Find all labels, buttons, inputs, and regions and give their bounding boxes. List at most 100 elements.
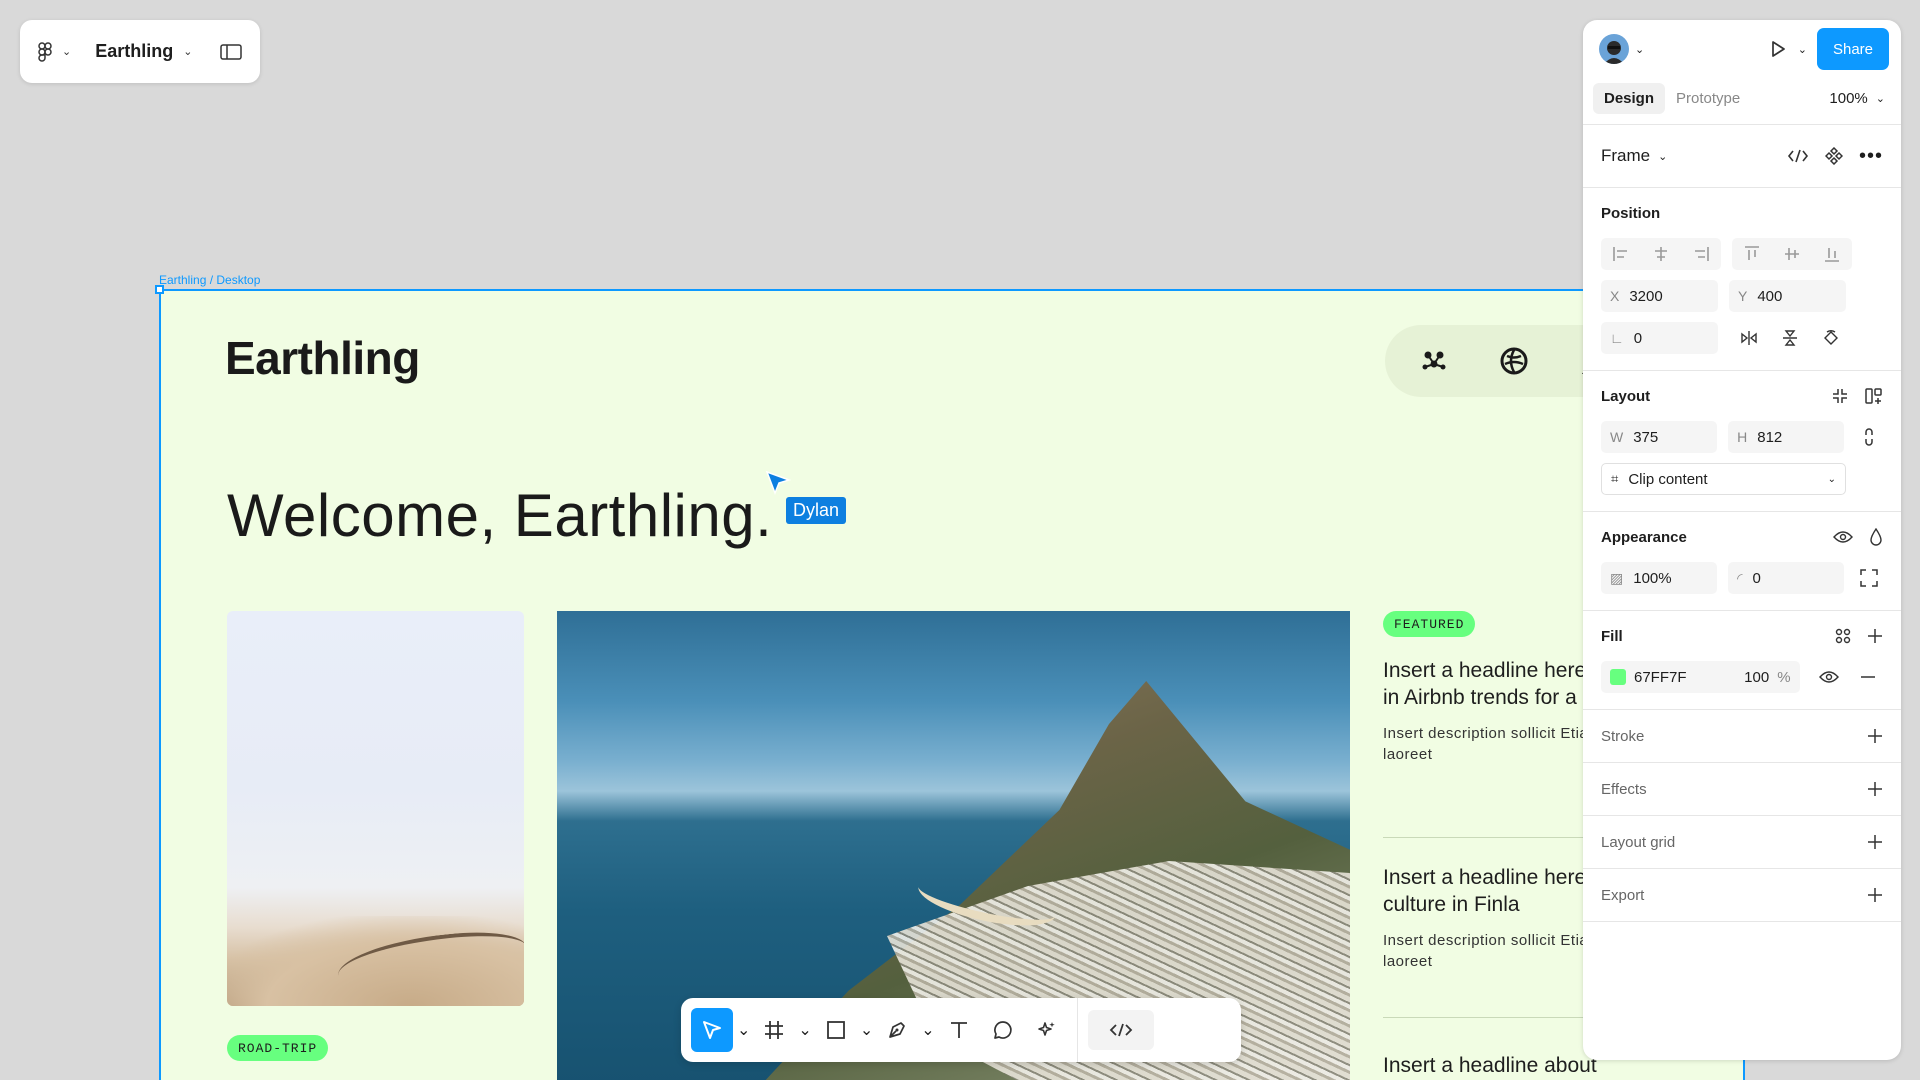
frame-type-dropdown[interactable]: Frame	[1601, 146, 1650, 166]
fill-opacity-unit: %	[1777, 668, 1791, 686]
component-icon[interactable]	[1824, 147, 1843, 165]
align-center-h-icon[interactable]	[1641, 238, 1681, 270]
align-top-icon[interactable]	[1732, 238, 1772, 270]
rectangle-tool[interactable]	[816, 1008, 856, 1052]
figma-logo-icon[interactable]	[38, 41, 52, 62]
canvas-frame[interactable]: Earthling Welcome, Earthling. ROAD-TRIP …	[159, 289, 1745, 1080]
tab-design[interactable]: Design	[1593, 82, 1666, 114]
styles-grid-icon[interactable]	[1835, 628, 1851, 644]
file-menu: ⌄ Earthling ⌄	[20, 20, 260, 83]
rectangle-tool-chevron-icon[interactable]: ⌄	[860, 1008, 873, 1052]
fill-hex: 67FF7F	[1634, 668, 1687, 686]
actions-tool[interactable]	[1027, 1008, 1067, 1052]
more-options-icon[interactable]: •••	[1859, 145, 1883, 168]
section-title: Position	[1601, 204, 1661, 222]
clip-content-chevron-icon: ⌄	[1827, 473, 1836, 485]
independent-corners-icon[interactable]	[1855, 562, 1883, 594]
sidebar-toggle-icon[interactable]	[220, 43, 242, 60]
bottom-toolbar: ⌄ ⌄ ⌄ ⌄	[681, 998, 1241, 1062]
section-title: Layout grid	[1601, 833, 1676, 851]
avatar-chevron-icon[interactable]: ⌄	[1635, 43, 1644, 56]
frame-type-chevron-icon[interactable]: ⌄	[1658, 150, 1667, 163]
main-menu-chevron-icon[interactable]: ⌄	[62, 45, 71, 58]
section-title: Effects	[1601, 780, 1647, 798]
zoom-level: 100%	[1829, 89, 1868, 107]
corner-radius-input[interactable]: ◜ 0	[1728, 562, 1845, 594]
clip-content-dropdown[interactable]: ⌗ Clip content ⌄	[1601, 463, 1846, 495]
road-trip-tag: ROAD-TRIP	[227, 1035, 329, 1061]
constrain-proportions-icon[interactable]	[1855, 421, 1883, 453]
opacity-input[interactable]: ▨ 100%	[1601, 562, 1718, 594]
layout-section: Layout W 375 H 812 ⌗ Clip content ⌄	[1583, 370, 1901, 495]
effects-section: Effects	[1583, 762, 1901, 815]
align-center-v-icon[interactable]	[1772, 238, 1812, 270]
blend-mode-drop-icon[interactable]	[1869, 528, 1883, 546]
rotation-icon: ∟	[1610, 330, 1624, 346]
fill-color-input[interactable]: 67FF7F 100 %	[1601, 661, 1800, 693]
file-chevron-icon[interactable]: ⌄	[183, 45, 192, 58]
fill-section: Fill 67FF7F 100 %	[1583, 610, 1901, 693]
present-chevron-icon[interactable]: ⌄	[1798, 43, 1807, 56]
rotate-icon[interactable]	[1811, 322, 1851, 354]
auto-layout-icon[interactable]	[1865, 387, 1883, 405]
align-bottom-icon[interactable]	[1812, 238, 1852, 270]
stroke-section: Stroke	[1583, 709, 1901, 762]
align-right-icon[interactable]	[1681, 238, 1721, 270]
collaborator-cursor-icon	[765, 470, 791, 496]
frame-tool-chevron-icon[interactable]: ⌄	[798, 1008, 811, 1052]
flip-horizontal-icon[interactable]	[1729, 322, 1769, 354]
frame-section: Frame ⌄ •••	[1583, 124, 1901, 187]
user-avatar[interactable]	[1599, 34, 1629, 64]
rotation-input[interactable]: ∟ 0	[1601, 322, 1718, 354]
frame-tool[interactable]	[754, 1008, 794, 1052]
visibility-eye-icon[interactable]	[1833, 530, 1853, 544]
comment-tool[interactable]	[983, 1008, 1023, 1052]
add-export-icon[interactable]	[1867, 887, 1883, 903]
text-tool[interactable]	[939, 1008, 979, 1052]
align-left-icon[interactable]	[1601, 238, 1641, 270]
properties-panel: ⌄ ⌄ Share Design Prototype 100% ⌄ Frame …	[1583, 20, 1901, 1060]
corner-radius-icon: ◜	[1737, 569, 1743, 586]
move-tool-chevron-icon[interactable]: ⌄	[737, 1008, 750, 1052]
tab-prototype[interactable]: Prototype	[1665, 83, 1751, 114]
file-name[interactable]: Earthling	[95, 41, 173, 62]
add-layout-grid-icon[interactable]	[1867, 834, 1883, 850]
globe-icon[interactable]	[1499, 346, 1529, 376]
vertical-align-group	[1732, 238, 1852, 270]
horizontal-align-group	[1601, 238, 1721, 270]
fill-opacity: 100	[1744, 668, 1770, 686]
move-tool[interactable]	[691, 1008, 733, 1052]
remove-fill-icon[interactable]	[1852, 661, 1883, 693]
collaborator-name: Dylan	[786, 497, 847, 524]
fill-visibility-eye-icon[interactable]	[1814, 661, 1845, 693]
site-logo: Earthling	[225, 332, 420, 384]
add-stroke-icon[interactable]	[1867, 728, 1883, 744]
section-title: Export	[1601, 886, 1645, 904]
opacity-icon: ▨	[1610, 569, 1624, 586]
desert-road-photo	[227, 611, 524, 1006]
resize-handle[interactable]	[155, 285, 164, 294]
x-position-input[interactable]: X 3200	[1601, 280, 1718, 312]
y-position-input[interactable]: Y 400	[1729, 280, 1846, 312]
community-icon[interactable]	[1419, 346, 1449, 376]
code-icon[interactable]	[1787, 148, 1809, 164]
height-input[interactable]: H 812	[1728, 421, 1845, 453]
width-input[interactable]: W 375	[1601, 421, 1718, 453]
flip-vertical-icon[interactable]	[1770, 322, 1810, 354]
pen-tool-chevron-icon[interactable]: ⌄	[921, 1008, 934, 1052]
zoom-dropdown[interactable]: 100% ⌄	[1829, 90, 1891, 107]
dev-mode-toggle[interactable]	[1087, 1010, 1154, 1050]
add-effect-icon[interactable]	[1867, 781, 1883, 797]
frame-label[interactable]: Earthling / Desktop	[159, 273, 260, 287]
section-title: Layout	[1601, 387, 1651, 405]
appearance-section: Appearance ▨ 100% ◜ 0	[1583, 511, 1901, 594]
share-button[interactable]: Share	[1817, 28, 1889, 70]
add-fill-icon[interactable]	[1867, 628, 1883, 644]
present-icon[interactable]	[1768, 39, 1788, 59]
fill-swatch[interactable]	[1610, 669, 1626, 685]
welcome-heading: Welcome, Earthling.	[227, 482, 773, 549]
clip-content-icon: ⌗	[1611, 471, 1619, 486]
pen-tool[interactable]	[877, 1008, 917, 1052]
collapse-icon[interactable]	[1831, 387, 1849, 405]
zoom-chevron-icon: ⌄	[1875, 92, 1885, 105]
